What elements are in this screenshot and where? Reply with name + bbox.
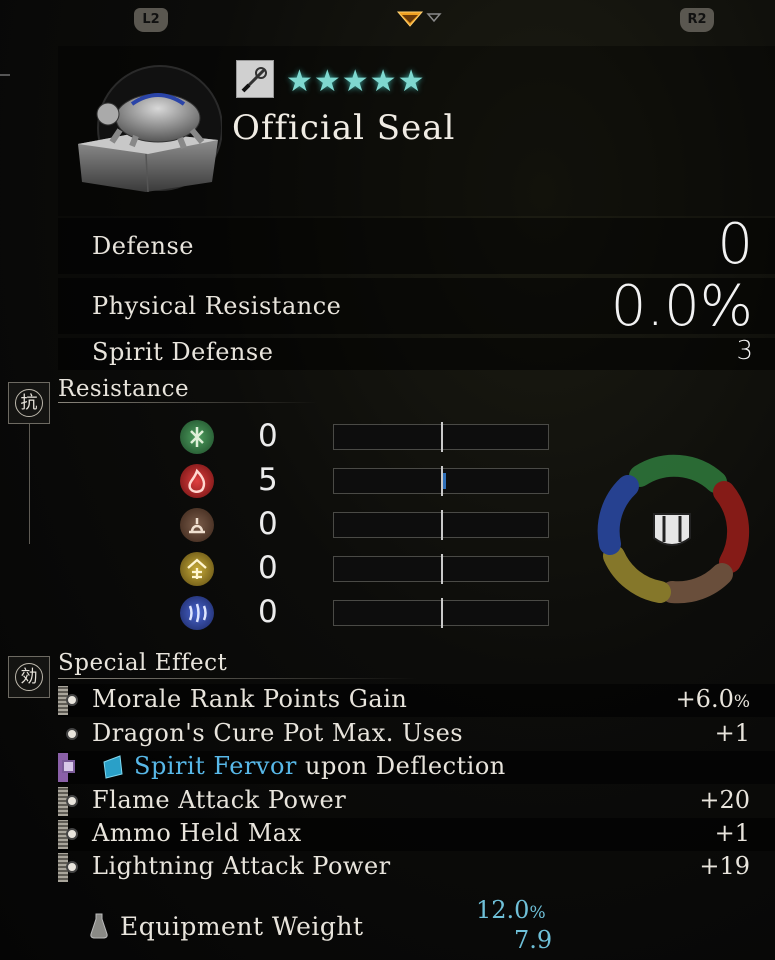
effect-row-flame-attack: Flame Attack Power +20 [58,785,775,818]
physical-resistance-value: 0.0% [610,274,753,339]
special-effect-title: Special Effect [58,650,228,676]
spirit-defense-label: Spirit Defense [92,338,274,366]
earth-icon [180,508,214,542]
effect-value: +20 [699,786,750,814]
effect-label: Ammo Held Max [92,819,302,847]
effect-value: +19 [699,852,750,880]
turtle-seal-icon [72,64,223,198]
effect-row-lightning-attack: Lightning Attack Power +19 [58,851,775,884]
wood-resistance-bar [333,422,549,452]
water-resistance-value: 0 [258,594,278,630]
resistance-section-icon: 抗 [8,382,50,424]
effect-row-spirit-fervor: Spirit Fervor upon Deflection [58,751,775,784]
resistance-divider [58,402,318,403]
water-icon [180,596,214,630]
effect-bullet-icon [66,861,78,873]
metal-resistance-bar [333,554,549,584]
defense-value: 0 [717,212,753,277]
resistance-title: Resistance [58,376,190,402]
category-indicator-icon [396,8,446,34]
water-resistance-bar [333,598,549,628]
special-effect-divider [58,678,418,679]
effect-label: Dragon's Cure Pot Max. Uses [92,719,464,747]
physical-resistance-label: Physical Resistance [92,292,342,320]
effect-bullet-icon [66,828,78,840]
equipment-weight-value: 7.9 [514,926,553,954]
set-effect-square-icon [62,760,75,773]
special-effect-section-icon: 効 [8,656,50,698]
r2-button[interactable]: R2 [680,8,714,32]
effect-bullet-icon [66,728,78,740]
spirit-fervor-icon [100,754,126,784]
defense-label: Defense [92,232,195,260]
effect-bullet-icon [66,795,78,807]
rarity-stars: ★★★★★ [286,64,426,99]
equipment-weight-label: Equipment Weight [120,912,364,941]
accessory-scroll-icon [236,60,274,98]
edge-marker [0,74,10,76]
effect-row-dragons-cure: Dragon's Cure Pot Max. Uses +1 [58,718,775,751]
effect-label: Flame Attack Power [92,786,347,814]
equipment-weight-percent: 12.0% [476,896,546,924]
effect-label: Morale Rank Points Gain [92,685,408,713]
effect-bullet-icon [66,694,78,706]
metal-resistance-value: 0 [258,550,278,586]
resistance-guide-line [29,424,30,544]
effect-row-ammo: Ammo Held Max +1 [58,818,775,851]
l2-button[interactable]: L2 [134,8,168,32]
metal-icon [180,552,214,586]
effect-value: +1 [714,719,750,747]
weight-icon [88,910,110,944]
earth-resistance-value: 0 [258,506,278,542]
item-name: Official Seal [232,108,456,148]
elemental-wheel-icon [594,452,750,612]
spirit-defense-value: 3 [736,336,753,366]
effect-label: Spirit Fervor upon Deflection [134,752,506,780]
effect-value: +1 [714,819,750,847]
earth-resistance-bar [333,510,549,540]
fire-resistance-bar [333,466,549,496]
effect-value: +6.0% [675,685,750,713]
fire-resistance-value: 5 [258,462,278,498]
effect-label: Lightning Attack Power [92,852,391,880]
wood-resistance-value: 0 [258,418,278,454]
fire-icon [180,464,214,498]
effect-row-morale: Morale Rank Points Gain +6.0% [58,684,775,717]
wood-rune-icon [180,420,214,454]
